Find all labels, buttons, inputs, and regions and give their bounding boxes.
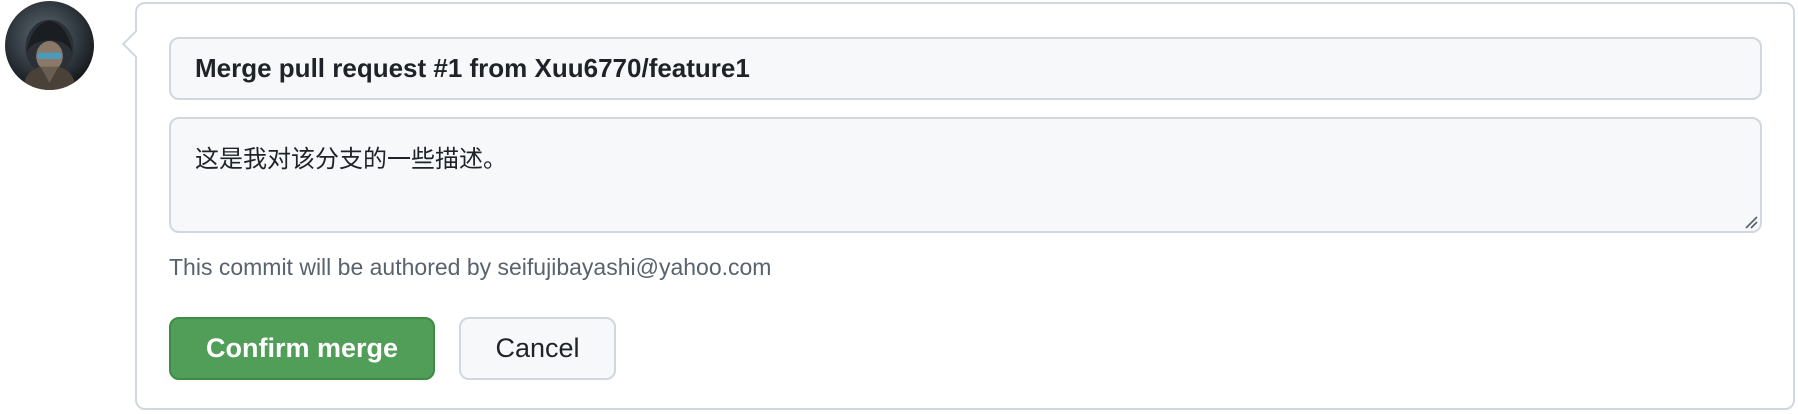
resize-handle-icon[interactable]: [1744, 215, 1758, 229]
card-pointer: [121, 29, 151, 59]
hooded-figure-icon: [22, 19, 77, 90]
merge-comment-area: 这是我对该分支的一些描述。 This commit will be author…: [0, 0, 1798, 414]
cancel-button[interactable]: Cancel: [459, 317, 616, 380]
commit-description-textarea[interactable]: 这是我对该分支的一些描述。: [169, 117, 1762, 233]
commit-author-note: This commit will be authored by seifujib…: [169, 254, 772, 280]
user-avatar[interactable]: [5, 1, 94, 90]
confirm-merge-button[interactable]: Confirm merge: [169, 317, 435, 380]
merge-card: 这是我对该分支的一些描述。 This commit will be author…: [121, 2, 1795, 410]
commit-title-input[interactable]: [169, 37, 1762, 100]
